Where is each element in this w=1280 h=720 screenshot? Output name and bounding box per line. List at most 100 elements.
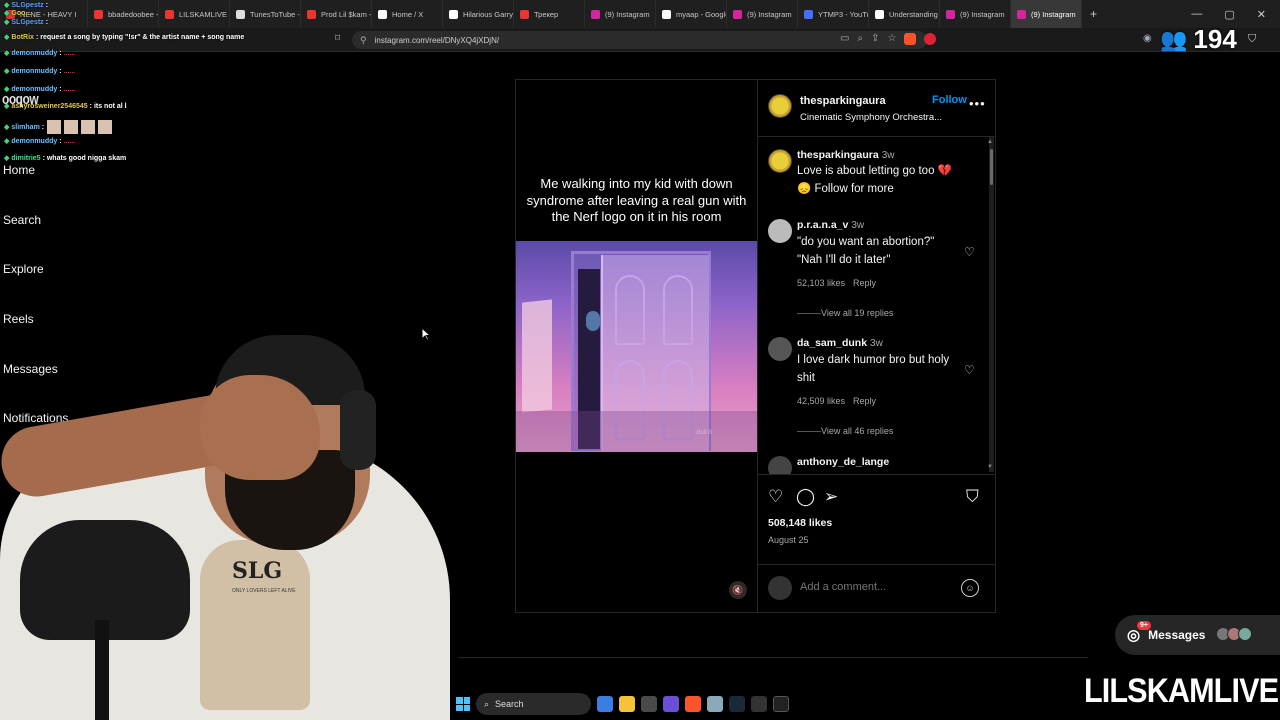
sidebar-item-home[interactable]: Home — [3, 163, 35, 177]
zoom-icon[interactable]: ⌕ — [857, 33, 863, 45]
like-heart-icon[interactable]: ♡ — [768, 487, 783, 507]
browser-tab[interactable]: YTMP3 - YouTube — [798, 0, 869, 28]
browser-tab[interactable]: myaap - Google S — [656, 0, 727, 28]
reply-button[interactable]: Reply — [853, 396, 876, 406]
comments-list[interactable]: ▲ ▼ thesparkingaura 3w Love is about letti… — [758, 137, 996, 474]
comments-scrollbar[interactable] — [989, 137, 994, 472]
like-count[interactable]: 508,148 likes — [768, 517, 832, 529]
share-icon[interactable]: ⇪ — [871, 33, 879, 45]
browser-tab[interactable]: LILSKAMLIVE CLIP — [159, 0, 230, 28]
mute-icon[interactable]: 🔇 — [729, 581, 747, 599]
browser-tab[interactable]: Prod Lil $kam - Yo — [301, 0, 372, 28]
reel-video-frame[interactable]: aura — [516, 241, 757, 452]
view-replies-button[interactable]: View all 19 replies — [797, 308, 893, 318]
browser-tab[interactable]: Understanding Co — [869, 0, 940, 28]
cast-icon[interactable]: ▭ — [840, 33, 849, 45]
discord-icon[interactable] — [663, 696, 679, 712]
audio-title[interactable]: Cinematic Symphony Orchestra... — [800, 112, 942, 123]
extension-icon[interactable] — [924, 33, 937, 45]
more-options-icon[interactable]: ••• — [969, 96, 986, 111]
brave-shields-icon[interactable] — [904, 33, 917, 45]
wallet-icon[interactable]: ◉ — [1143, 33, 1152, 44]
door-panel — [663, 275, 693, 345]
star-icon[interactable]: ☆ — [887, 33, 896, 45]
post-actions: ♡ ◯ ➢ ⛉ 508,148 likes August 25 — [758, 474, 996, 564]
comment-avatar[interactable] — [768, 456, 792, 474]
reply-button[interactable]: Reply — [853, 278, 876, 288]
site-info-icon[interactable]: ⚲ — [360, 35, 367, 46]
chat-text: : request a song by typing "!sr" & the a… — [35, 34, 245, 41]
avatar — [1238, 626, 1253, 641]
app-icon[interactable] — [751, 696, 767, 712]
profile-icon[interactable]: ⛉ — [1248, 33, 1256, 46]
follow-button[interactable]: Follow — [932, 94, 967, 106]
steam-icon[interactable] — [729, 696, 745, 712]
comment-username[interactable]: p.r.a.n.a_v 3w — [797, 219, 864, 231]
messages-pill[interactable]: ◎ 9+ Messages — [1115, 615, 1280, 655]
brave-icon[interactable] — [685, 696, 701, 712]
view-replies-button[interactable]: View all 46 replies — [797, 426, 893, 436]
edge-icon[interactable] — [597, 696, 613, 712]
comment-time: 3w — [851, 220, 865, 231]
chat-username[interactable]: slimham — [11, 124, 39, 131]
store-icon[interactable] — [641, 696, 657, 712]
browser-tab[interactable]: Hilarious Garry's M — [443, 0, 514, 28]
door-panel — [615, 275, 645, 345]
chat-username[interactable]: SLGpestz — [11, 19, 43, 26]
comment-username[interactable]: thesparkingaura 3w — [797, 149, 895, 161]
chat-username[interactable]: demonmuddy — [11, 68, 57, 75]
close-window-icon[interactable]: ✕ — [1257, 8, 1266, 21]
author-username[interactable]: thesparkingaura — [800, 95, 886, 107]
add-comment-input[interactable] — [800, 581, 950, 593]
browser-tab[interactable]: Трекер — [514, 0, 585, 28]
browser-tab[interactable]: (9) Instagram — [585, 0, 656, 28]
comment-username-text: thesparkingaura — [797, 149, 879, 161]
sidebar-item-reels[interactable]: Reels — [3, 312, 34, 326]
obs-icon[interactable] — [707, 696, 723, 712]
browser-tab-bar: NENE - HEAVY Ibbadedoobee - HLILSKAMLIVE… — [0, 0, 1280, 28]
app-icon[interactable] — [773, 696, 789, 712]
chat-text: : whats good nigga skam — [42, 155, 127, 162]
browser-tab[interactable]: (9) Instagram✕ — [1011, 0, 1082, 28]
maximize-icon[interactable]: ▢ — [1224, 8, 1234, 21]
reel-media[interactable]: Me walking into my kid with down syndrom… — [516, 80, 757, 612]
chat-username[interactable]: SLGpestz — [11, 2, 43, 9]
comment-avatar[interactable] — [768, 149, 792, 173]
file-explorer-icon[interactable] — [619, 696, 635, 712]
viewer-count: 👥 194 — [1160, 24, 1237, 55]
sidebar-item-search[interactable]: Search — [3, 213, 41, 227]
browser-tab[interactable]: TunesToTube - Up — [230, 0, 301, 28]
author-avatar[interactable] — [768, 94, 792, 118]
taskbar-search[interactable]: ⌕ Search — [476, 693, 591, 715]
new-tab-button[interactable]: + — [1082, 7, 1105, 21]
comment-username[interactable]: da_sam_dunk 3w — [797, 337, 883, 349]
share-send-icon[interactable]: ➢ — [824, 487, 838, 507]
comment-likes[interactable]: 52,103 likes — [797, 278, 845, 288]
chat-username[interactable]: demonmuddy — [11, 50, 57, 57]
sidebar-item-explore[interactable]: Explore — [3, 262, 44, 276]
browser-tab[interactable]: bbadedoobee - H — [88, 0, 159, 28]
save-bookmark-icon[interactable]: ⛉ — [966, 487, 979, 507]
scroll-up-icon[interactable]: ▲ — [987, 139, 993, 145]
chat-username[interactable]: Goo... — [11, 10, 31, 17]
scroll-down-icon[interactable]: ▼ — [987, 464, 993, 470]
chat-username[interactable]: BotRix — [11, 34, 34, 41]
chat-username[interactable]: dimitrie5 — [11, 155, 40, 162]
chat-username[interactable]: demonmuddy — [11, 138, 57, 145]
comment-like-heart-icon[interactable]: ♡ — [964, 363, 975, 377]
comment-username[interactable]: anthony_de_lange — [797, 456, 892, 468]
browser-tab[interactable]: Home / X — [372, 0, 443, 28]
bookmark-icon[interactable]: ⌑ — [335, 33, 340, 44]
comment-avatar[interactable] — [768, 219, 792, 243]
comment-avatar[interactable] — [768, 337, 792, 361]
browser-tab[interactable]: (9) Instagram — [940, 0, 1011, 28]
minimize-icon[interactable]: — — [1191, 8, 1202, 21]
windows-start-icon[interactable] — [456, 697, 470, 711]
scrollbar-thumb[interactable] — [990, 149, 993, 185]
emoji-icon[interactable]: ☺ — [961, 579, 979, 597]
comment-likes[interactable]: 42,509 likes — [797, 396, 845, 406]
browser-tab[interactable]: (9) Instagram — [727, 0, 798, 28]
comment-like-heart-icon[interactable]: ♡ — [964, 245, 975, 259]
comment-icon[interactable]: ◯ — [796, 487, 815, 507]
chat-text: : — [45, 19, 49, 26]
